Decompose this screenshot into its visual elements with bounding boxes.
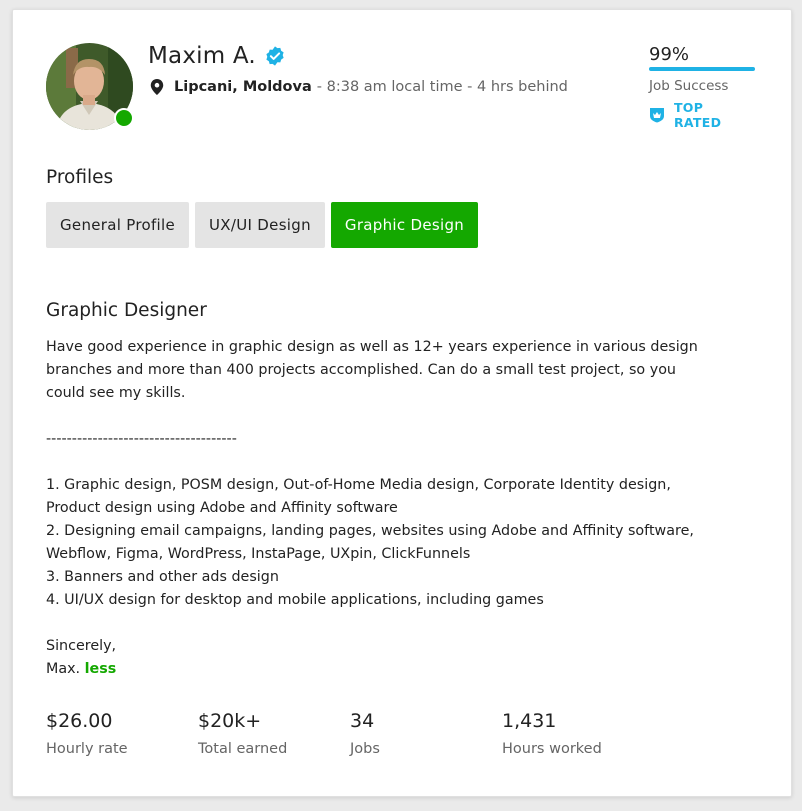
top-rated-label: TOP RATED bbox=[673, 100, 722, 130]
description-line: 2. Designing email campaigns, landing pa… bbox=[46, 523, 694, 539]
description-line: branches and more than 400 projects acco… bbox=[46, 362, 676, 378]
signoff-text: Max. bbox=[46, 661, 81, 677]
freelancer-profile-card: Maxim A. Lipcani, Moldova - 8:38 am loca… bbox=[12, 9, 792, 797]
location-city: Lipcani, Moldova bbox=[174, 79, 312, 95]
stat-label: Jobs bbox=[350, 741, 380, 757]
location-pin-icon bbox=[150, 79, 164, 95]
tab-graphic-design[interactable]: Graphic Design bbox=[330, 202, 479, 248]
stat-jobs: 34 Jobs bbox=[350, 710, 502, 757]
stat-label: Hourly rate bbox=[46, 741, 128, 757]
stat-hours-worked: 1,431 Hours worked bbox=[502, 710, 654, 757]
name-text: Maxim A. bbox=[148, 43, 256, 69]
location-line: Lipcani, Moldova - 8:38 am local time - … bbox=[150, 79, 568, 95]
stat-value: $20k+ bbox=[198, 710, 262, 732]
top-rated-icon bbox=[649, 108, 664, 123]
profile-description: Have good experience in graphic design a… bbox=[46, 336, 746, 681]
less-link[interactable]: less bbox=[85, 661, 117, 677]
job-success-bar bbox=[649, 67, 755, 71]
description-signoff: Max. less bbox=[46, 658, 746, 681]
stat-hourly-rate: $26.00 Hourly rate bbox=[46, 710, 198, 757]
freelancer-name: Maxim A. bbox=[148, 43, 286, 69]
stat-total-earned: $20k+ Total earned bbox=[198, 710, 350, 757]
stat-value: 34 bbox=[350, 710, 375, 732]
tab-general-profile[interactable]: General Profile bbox=[46, 202, 190, 248]
stat-label: Hours worked bbox=[502, 741, 602, 757]
stat-value: 1,431 bbox=[502, 710, 557, 732]
job-success-percent: 99% bbox=[649, 44, 690, 65]
description-line: Product design using Adobe and Affinity … bbox=[46, 500, 398, 516]
description-line: 4. UI/UX design for desktop and mobile a… bbox=[46, 592, 544, 608]
description-line: Have good experience in graphic design a… bbox=[46, 339, 698, 355]
description-line: 1. Graphic design, POSM design, Out-of-H… bbox=[46, 477, 671, 493]
profile-title: Graphic Designer bbox=[46, 300, 207, 321]
stats-row: $26.00 Hourly rate $20k+ Total earned 34… bbox=[46, 710, 654, 757]
stat-label: Total earned bbox=[198, 741, 288, 757]
description-divider: ------------------------------------- bbox=[46, 431, 237, 447]
tab-ux-ui-design[interactable]: UX/UI Design bbox=[195, 202, 325, 248]
description-line: could see my skills. bbox=[46, 385, 186, 401]
job-success-label: Job Success bbox=[649, 78, 729, 94]
local-time: - 8:38 am local time - 4 hrs behind bbox=[316, 79, 568, 95]
top-rated-badge: TOP RATED bbox=[649, 100, 755, 130]
description-line: Sincerely, bbox=[46, 638, 117, 654]
stat-value: $26.00 bbox=[46, 710, 113, 732]
description-line: Webflow, Figma, WordPress, InstaPage, UX… bbox=[46, 546, 471, 562]
profile-tabs: General Profile UX/UI Design Graphic Des… bbox=[46, 202, 479, 248]
profiles-heading: Profiles bbox=[46, 167, 114, 188]
description-line: 3. Banners and other ads design bbox=[46, 569, 279, 585]
verified-badge-icon bbox=[266, 46, 284, 66]
job-success-block: 99% Job Success TOP RATED bbox=[649, 44, 755, 130]
online-status-dot bbox=[114, 108, 134, 128]
